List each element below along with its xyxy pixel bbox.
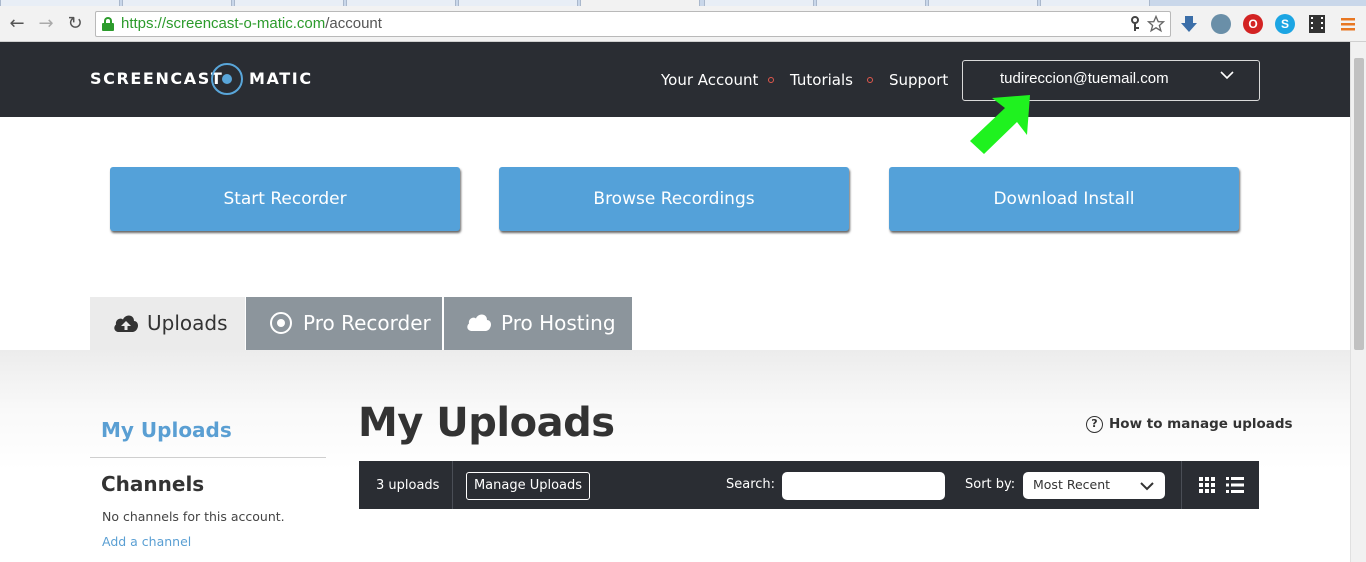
url-path: /account (325, 15, 382, 32)
download-install-button[interactable]: Download Install (889, 167, 1239, 231)
toolbar-divider (452, 461, 453, 509)
tab-pro-hosting-label: Pro Hosting (501, 311, 616, 335)
chevron-down-icon (1140, 482, 1154, 491)
manage-uploads-button[interactable]: Manage Uploads (466, 472, 590, 500)
url-text[interactable]: https://screencast-o-matic.com/account (121, 15, 382, 32)
logo-icon[interactable] (211, 63, 243, 95)
cloud-upload-icon (114, 315, 138, 332)
back-button[interactable]: ← (6, 13, 28, 35)
opera-extension-icon[interactable]: O (1243, 14, 1263, 34)
nav-tutorials[interactable]: Tutorials (790, 71, 853, 89)
tab-pro-hosting[interactable]: Pro Hosting (444, 297, 632, 350)
key-icon[interactable] (1128, 16, 1142, 32)
site-header: SCREENCAST MATIC Your Account Tutorials … (0, 42, 1350, 117)
scrollbar-thumb[interactable] (1354, 58, 1364, 350)
tab-uploads-label: Uploads (147, 311, 228, 335)
add-channel-link[interactable]: Add a channel (102, 534, 191, 549)
skype-extension-icon[interactable]: S (1275, 14, 1295, 34)
tab-pro-recorder[interactable]: Pro Recorder (246, 297, 442, 350)
list-view-icon[interactable] (1226, 477, 1244, 493)
search-input[interactable] (782, 472, 945, 500)
menu-icon[interactable] (1340, 17, 1356, 31)
download-extension-icon[interactable] (1180, 14, 1198, 34)
content-area (0, 350, 1350, 562)
speedometer-extension-icon[interactable] (1211, 14, 1231, 34)
cloud-icon (467, 314, 491, 331)
grid-view-icon[interactable] (1199, 477, 1215, 493)
search-label: Search: (726, 477, 776, 492)
nav-separator-dot (867, 77, 873, 83)
sort-selected-value: Most Recent (1033, 477, 1111, 492)
forward-button[interactable]: → (35, 13, 57, 35)
chevron-down-icon (1220, 71, 1234, 80)
sort-label: Sort by: (965, 477, 1016, 492)
logo-text-left[interactable]: SCREENCAST (90, 69, 223, 88)
sidebar-my-uploads[interactable]: My Uploads (101, 418, 232, 442)
help-icon: ? (1086, 416, 1103, 433)
sidebar-channels-heading: Channels (101, 472, 205, 496)
nav-separator-dot (768, 77, 774, 83)
upload-count: 3 uploads (376, 478, 440, 493)
tab-uploads[interactable]: Uploads (90, 297, 245, 350)
browser-toolbar: ← → ↻ https://screencast-o-matic.com/acc… (0, 6, 1366, 42)
film-extension-icon[interactable] (1307, 14, 1327, 34)
toolbar-divider (1181, 461, 1182, 509)
nav-your-account[interactable]: Your Account (661, 71, 758, 89)
browse-recordings-button[interactable]: Browse Recordings (499, 167, 849, 231)
nav-support[interactable]: Support (889, 71, 948, 89)
green-arrow-annotation (970, 95, 1030, 154)
record-icon (270, 312, 292, 334)
sidebar-divider (90, 457, 326, 458)
address-bar[interactable]: https://screencast-o-matic.com/account (95, 11, 1171, 37)
tab-pro-recorder-label: Pro Recorder (303, 311, 431, 335)
lock-icon (102, 17, 114, 31)
sidebar-no-channels-text: No channels for this account. (102, 509, 285, 524)
uploads-toolbar: 3 uploads Manage Uploads Search: Sort by… (359, 461, 1259, 509)
logo-text-right[interactable]: MATIC (249, 69, 313, 88)
page-scrollbar[interactable] (1350, 42, 1366, 562)
sort-select[interactable]: Most Recent (1023, 472, 1165, 499)
start-recorder-button[interactable]: Start Recorder (110, 167, 460, 231)
url-host: https://screencast-o-matic.com (121, 15, 326, 32)
account-email: tudireccion@tuemail.com (1000, 70, 1169, 87)
how-to-manage-uploads-label: How to manage uploads (1109, 416, 1293, 432)
reload-button[interactable]: ↻ (64, 13, 86, 35)
bookmark-star-icon[interactable] (1147, 15, 1165, 33)
page-title: My Uploads (358, 400, 615, 446)
